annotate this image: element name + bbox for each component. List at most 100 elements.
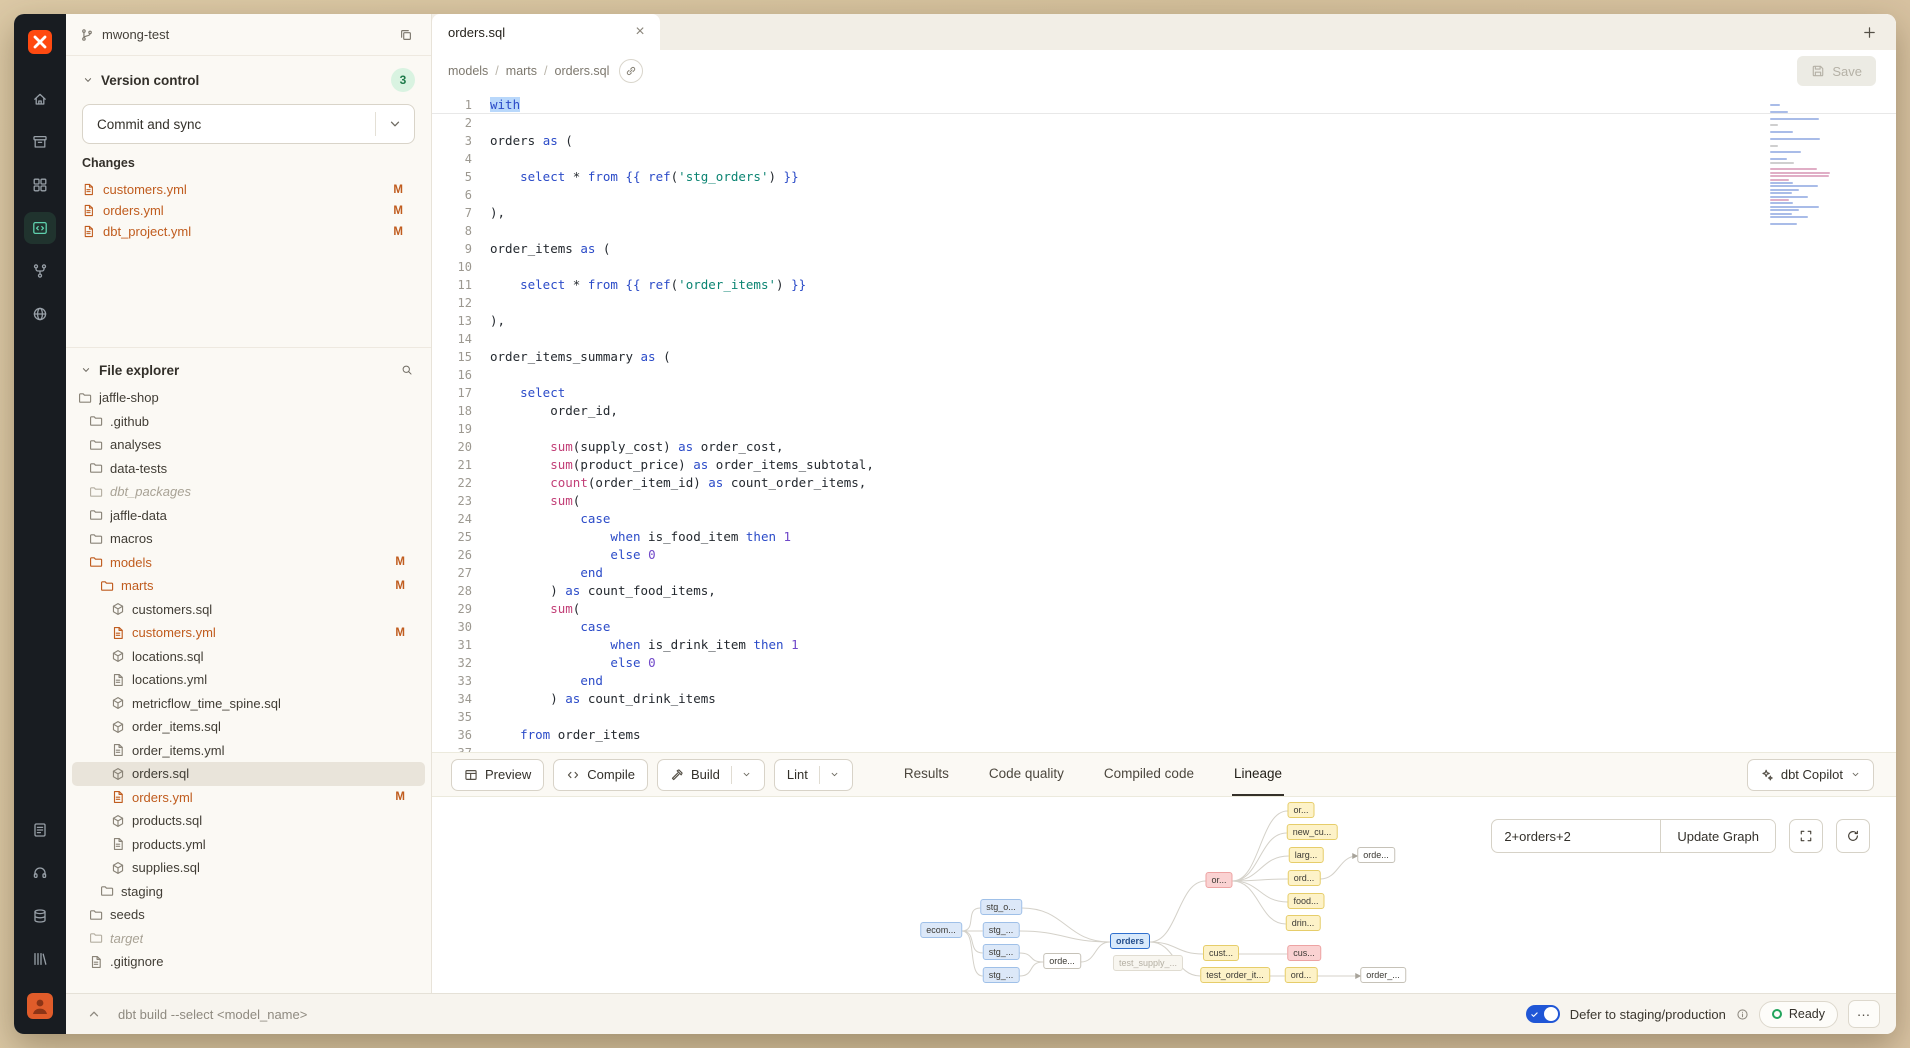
tree-item-staging[interactable]: staging [72,880,425,904]
minimap[interactable] [1770,104,1842,229]
lineage-node-new-cu[interactable]: new_cu... [1287,824,1338,840]
lineage-node-or[interactable]: or... [1205,872,1232,888]
lineage-node-stg[interactable]: stg_... [983,922,1020,938]
rail-avatar-button[interactable] [24,990,56,1022]
lineage-node-orde[interactable]: orde... [1357,847,1395,863]
panel-tab-results[interactable]: Results [902,753,951,796]
rail-home-button[interactable] [24,83,56,115]
lineage-node-stg-o[interactable]: stg_o... [980,899,1022,915]
rail-archive-button[interactable] [24,126,56,158]
lineage-node-orde[interactable]: orde... [1043,953,1081,969]
search-files-button[interactable] [397,360,417,380]
copy-path-button[interactable] [619,59,643,83]
file-icon [82,183,95,196]
tree-item-order-items-sql[interactable]: order_items.sql [72,715,425,739]
defer-toggle[interactable] [1526,1005,1560,1023]
lineage-node-or[interactable]: or... [1287,802,1314,818]
changed-file-customers-yml[interactable]: customers.ymlM [82,179,415,200]
build-button[interactable]: Build [657,759,765,791]
rail-headset-button[interactable] [24,857,56,889]
tree-item-jaffle-data[interactable]: jaffle-data [72,504,425,528]
close-tab-button[interactable]: × [630,22,650,42]
lineage-selector-input[interactable] [1492,820,1660,852]
command-input[interactable]: dbt build --select <model_name> [118,1007,307,1022]
breadcrumb-item[interactable]: orders.sql [555,64,610,78]
rail-grid-button[interactable] [24,169,56,201]
panel-tab-compiled-code[interactable]: Compiled code [1102,753,1196,796]
tree-item-customers-sql[interactable]: customers.sql [72,598,425,622]
changed-file-dbt-project-yml[interactable]: dbt_project.ymlM [82,221,415,242]
changed-file-orders-yml[interactable]: orders.ymlM [82,200,415,221]
save-button[interactable]: Save [1797,56,1876,86]
tree-item-models[interactable]: modelsM [72,551,425,575]
update-graph-button[interactable]: Update Graph [1660,820,1775,852]
rail-git-fork-button[interactable] [24,255,56,287]
lineage-node-cust[interactable]: cust... [1203,945,1239,961]
code-line: 22 count(order_item_id) as count_order_i… [432,474,1896,492]
tree-item-gitignore[interactable]: .gitignore [72,950,425,974]
tree-item-analyses[interactable]: analyses [72,433,425,457]
preview-button[interactable]: Preview [451,759,544,791]
fullscreen-button[interactable] [1789,819,1823,853]
expand-command-bar-button[interactable] [82,1002,106,1026]
rail-globe-button[interactable] [24,298,56,330]
compile-button[interactable]: Compile [553,759,648,791]
version-control-header[interactable]: Version control 3 [82,64,415,96]
lineage-node-cus[interactable]: cus... [1287,945,1321,961]
rail-tasks-button[interactable] [24,814,56,846]
tree-item-data-tests[interactable]: data-tests [72,457,425,481]
lineage-node-ord[interactable]: ord... [1288,870,1321,886]
tree-item-supplies-sql[interactable]: supplies.sql [72,856,425,880]
more-options-button[interactable]: … [1848,1000,1880,1028]
tree-item-dbt-packages[interactable]: dbt_packages [72,480,425,504]
lineage-node-order[interactable]: order_... [1360,967,1406,983]
tree-item-macros[interactable]: macros [72,527,425,551]
breadcrumb-item[interactable]: marts [506,64,537,78]
tree-item-metricflow-time-spine-sql[interactable]: metricflow_time_spine.sql [72,692,425,716]
tree-item-target[interactable]: target [72,927,425,951]
tree-item-locations-yml[interactable]: locations.yml [72,668,425,692]
lineage-node-drin[interactable]: drin... [1286,915,1321,931]
copy-branch-button[interactable] [395,24,417,46]
panel-tab-code-quality[interactable]: Code quality [987,753,1066,796]
info-icon[interactable] [1736,1008,1749,1021]
lineage-panel[interactable]: ecom...stg_o...stg_...stg_...stg_...orde… [432,796,1896,993]
lineage-node-stg[interactable]: stg_... [983,944,1020,960]
refresh-graph-button[interactable] [1836,819,1870,853]
tree-item-orders-sql[interactable]: orders.sql [72,762,425,786]
tree-item-orders-yml[interactable]: orders.ymlM [72,786,425,810]
rail-database-button[interactable] [24,900,56,932]
line-number: 8 [432,222,490,240]
lineage-node-orders[interactable]: orders [1110,933,1150,949]
lineage-node-test-supply[interactable]: test_supply_... [1113,955,1183,971]
code-editor[interactable]: 1with23orders as (45 select * from {{ re… [432,92,1896,752]
tree-item-locations-sql[interactable]: locations.sql [72,645,425,669]
tree-item-products-yml[interactable]: products.yml [72,833,425,857]
rail-dbt-logo-button[interactable] [24,26,56,58]
tree-item-seeds[interactable]: seeds [72,903,425,927]
lineage-node-stg[interactable]: stg_... [983,967,1020,983]
rail-books-button[interactable] [24,943,56,975]
chevron-down-icon [1850,769,1861,780]
tree-item-order-items-yml[interactable]: order_items.yml [72,739,425,763]
panel-tab-lineage[interactable]: Lineage [1232,753,1284,796]
breadcrumb-item[interactable]: models [448,64,488,78]
lineage-node-test-order-it[interactable]: test_order_it... [1200,967,1270,983]
tab-orders-sql[interactable]: orders.sql × [432,14,660,50]
rail-code-editor-button[interactable] [24,212,56,244]
tree-item-jaffle-shop[interactable]: jaffle-shop [72,386,425,410]
tree-item-products-sql[interactable]: products.sql [72,809,425,833]
lineage-node-larg[interactable]: larg... [1289,847,1324,863]
lineage-node-ord[interactable]: ord... [1285,967,1318,983]
lineage-node-ecom[interactable]: ecom... [920,922,962,938]
lineage-node-food[interactable]: food... [1287,893,1324,909]
tree-item-github[interactable]: .github [72,410,425,434]
lint-button[interactable]: Lint [774,759,853,791]
tree-item-marts[interactable]: martsM [72,574,425,598]
commit-and-sync-button[interactable]: Commit and sync [82,104,415,144]
new-tab-button[interactable] [1856,19,1882,45]
file-explorer-header[interactable]: File explorer [72,354,425,386]
dbt-copilot-button[interactable]: dbt Copilot [1747,759,1874,791]
tree-item-customers-yml[interactable]: customers.ymlM [72,621,425,645]
preview-icon [464,768,478,782]
